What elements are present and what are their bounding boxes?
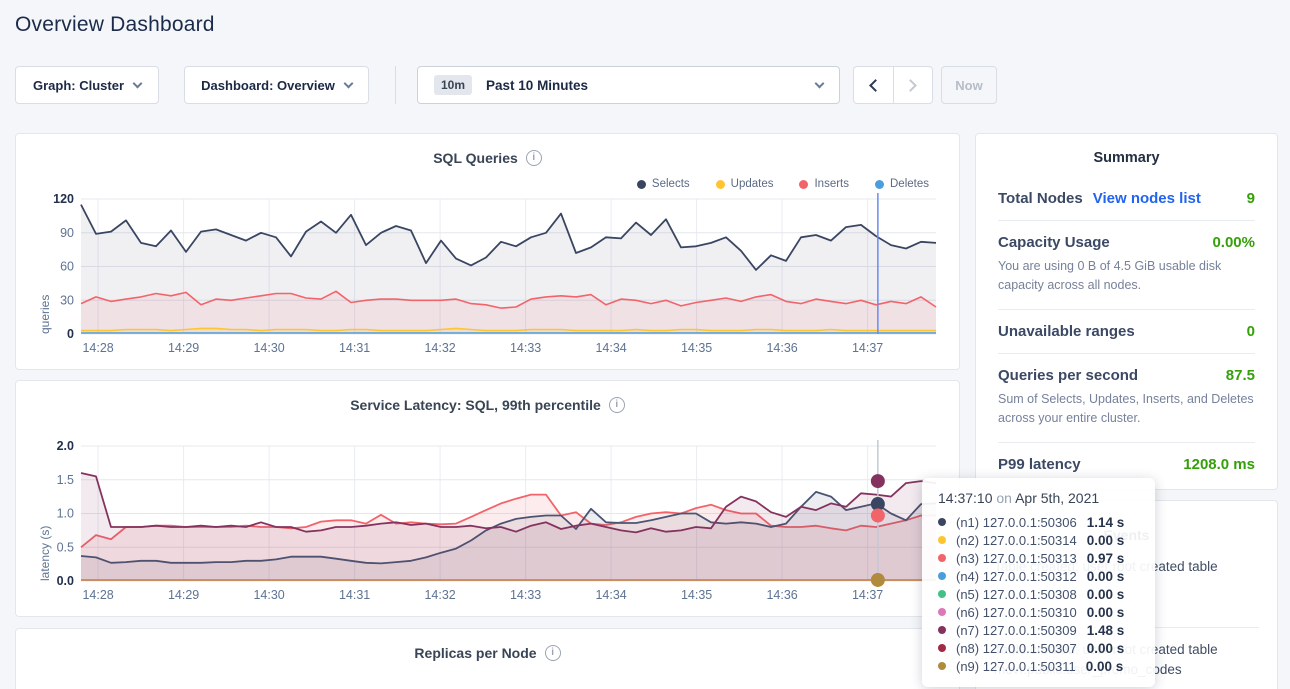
series-dot-icon [938, 608, 946, 616]
summary-panel: Summary Total Nodes View nodes list 9 Ca… [975, 133, 1278, 490]
chevron-down-icon [815, 78, 825, 88]
svg-text:14:35: 14:35 [681, 588, 712, 602]
tooltip-row-n1: (n1) 127.0.0.1:503061.14 s [938, 513, 1143, 531]
tooltip-row-n5: (n5) 127.0.0.1:503080.00 s [938, 585, 1143, 603]
sql-queries-card: SQL Queries i Selects Updates Inserts De… [15, 133, 960, 370]
tooltip-row-n7: (n7) 127.0.0.1:503091.48 s [938, 621, 1143, 639]
svg-text:14:37: 14:37 [852, 588, 883, 602]
tooltip-row-n2: (n2) 127.0.0.1:503140.00 s [938, 531, 1143, 549]
svg-text:14:29: 14:29 [168, 341, 199, 355]
chevron-down-icon [343, 78, 353, 88]
total-nodes-value: 9 [1247, 190, 1255, 207]
info-circle-icon[interactable]: i [545, 645, 561, 661]
series-dot-icon [938, 626, 946, 634]
capacity-usage-value: 0.00% [1212, 234, 1255, 251]
svg-text:14:37: 14:37 [852, 341, 883, 355]
graph-dropdown-label: Graph: Cluster [33, 78, 124, 93]
summary-row-capacity: Capacity Usage 0.00% [998, 234, 1255, 251]
series-dot-icon [938, 590, 946, 598]
svg-text:0.0: 0.0 [57, 574, 74, 588]
series-dot-icon [938, 662, 946, 670]
svg-text:14:31: 14:31 [339, 588, 370, 602]
capacity-usage-desc: You are using 0 B of 4.5 GiB usable disk… [998, 257, 1255, 296]
chevron-left-icon [869, 79, 882, 92]
series-dot-icon [938, 518, 946, 526]
service-latency-plot[interactable]: 14:28 14:29 14:30 14:31 14:32 14:33 14:34 14:35… [30, 433, 951, 605]
svg-text:0: 0 [67, 327, 74, 341]
next-range-button[interactable] [893, 67, 933, 103]
svg-text:14:36: 14:36 [766, 341, 797, 355]
sql-queries-title: SQL Queries [433, 150, 518, 166]
tooltip-row-n3: (n3) 127.0.0.1:503130.97 s [938, 549, 1143, 567]
svg-text:2.0: 2.0 [57, 439, 74, 453]
qps-desc: Sum of Selects, Updates, Inserts, and De… [998, 390, 1255, 429]
svg-text:14:30: 14:30 [253, 341, 284, 355]
chevron-right-icon [904, 79, 917, 92]
summary-row-qps: Queries per second 87.5 [998, 367, 1255, 384]
chevron-down-icon [133, 78, 143, 88]
page-title: Overview Dashboard [15, 13, 215, 37]
unavailable-ranges-value: 0 [1247, 323, 1255, 340]
summary-row-unavailable-ranges: Unavailable ranges 0 [998, 323, 1255, 340]
svg-text:14:35: 14:35 [681, 341, 712, 355]
prev-range-button[interactable] [854, 67, 893, 103]
divider [998, 220, 1255, 221]
info-circle-icon[interactable]: i [526, 150, 542, 166]
svg-text:1.5: 1.5 [57, 473, 74, 487]
svg-text:14:34: 14:34 [595, 588, 626, 602]
divider [998, 353, 1255, 354]
toolbar-divider [395, 66, 396, 104]
service-latency-card: Service Latency: SQL, 99th percentile i … [15, 380, 960, 617]
divider [998, 442, 1255, 443]
service-latency-title: Service Latency: SQL, 99th percentile [350, 397, 601, 413]
sql-queries-plot[interactable]: 14:28 14:29 14:30 14:31 14:32 14:33 14:34 14:35… [30, 186, 951, 358]
svg-text:14:34: 14:34 [595, 341, 626, 355]
tooltip-timestamp: 14:37:10 on Apr 5th, 2021 [938, 490, 1143, 506]
dashboard-dropdown-label: Dashboard: Overview [201, 78, 335, 93]
dashboard-dropdown[interactable]: Dashboard: Overview [184, 66, 369, 104]
svg-text:14:29: 14:29 [168, 588, 199, 602]
chart-hover-tooltip: 14:37:10 on Apr 5th, 2021 (n1) 127.0.0.1… [922, 478, 1155, 687]
series-dot-icon [938, 554, 946, 562]
series-dot-icon [938, 572, 946, 580]
svg-text:1.0: 1.0 [57, 507, 74, 521]
tooltip-row-n8: (n8) 127.0.0.1:503070.00 s [938, 639, 1143, 657]
svg-text:14:28: 14:28 [82, 588, 113, 602]
divider [998, 309, 1255, 310]
svg-text:14:32: 14:32 [424, 341, 455, 355]
graph-dropdown[interactable]: Graph: Cluster [15, 66, 159, 104]
time-range-picker[interactable]: 10m Past 10 Minutes [417, 66, 840, 104]
time-range-label: Past 10 Minutes [486, 78, 588, 93]
svg-text:14:31: 14:31 [339, 341, 370, 355]
svg-text:14:28: 14:28 [82, 341, 113, 355]
svg-text:120: 120 [53, 192, 74, 206]
svg-text:60: 60 [60, 260, 74, 274]
series-dot-icon [938, 536, 946, 544]
svg-text:14:33: 14:33 [510, 341, 541, 355]
view-nodes-list-link[interactable]: View nodes list [1093, 190, 1201, 207]
summary-title: Summary [998, 150, 1255, 166]
svg-text:14:30: 14:30 [253, 588, 284, 602]
svg-text:14:32: 14:32 [424, 588, 455, 602]
p99-latency-value: 1208.0 ms [1183, 456, 1255, 473]
tooltip-row-n4: (n4) 127.0.0.1:503120.00 s [938, 567, 1143, 585]
replicas-per-node-card: Replicas per Node i [15, 628, 960, 689]
svg-text:14:33: 14:33 [510, 588, 541, 602]
qps-value: 87.5 [1226, 367, 1255, 384]
info-circle-icon[interactable]: i [609, 397, 625, 413]
svg-text:14:36: 14:36 [766, 588, 797, 602]
tooltip-row-n6: (n6) 127.0.0.1:503100.00 s [938, 603, 1143, 621]
tooltip-row-n9: (n9) 127.0.0.1:503110.00 s [938, 657, 1143, 675]
time-step-buttons [853, 66, 933, 104]
now-button[interactable]: Now [941, 66, 997, 104]
svg-text:90: 90 [60, 226, 74, 240]
time-range-badge: 10m [434, 75, 472, 95]
summary-row-p99: P99 latency 1208.0 ms [998, 456, 1255, 473]
now-button-label: Now [955, 78, 982, 93]
summary-row-total-nodes: Total Nodes View nodes list 9 [998, 190, 1255, 207]
svg-text:0.5: 0.5 [57, 540, 74, 554]
series-dot-icon [938, 644, 946, 652]
replicas-per-node-title: Replicas per Node [414, 645, 536, 661]
svg-text:30: 30 [60, 293, 74, 307]
